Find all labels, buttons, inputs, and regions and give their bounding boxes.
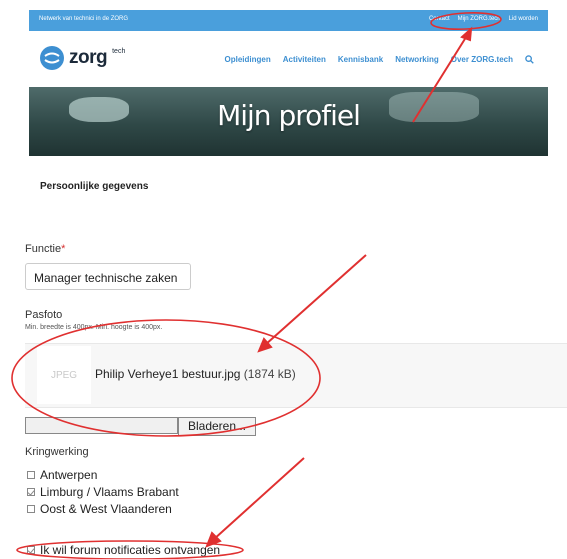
menu-item-kennisbank[interactable]: Kennisbank (338, 55, 383, 64)
logo-icon (40, 46, 64, 70)
kring-option-limburg[interactable]: Limburg / Vlaams Brabant (27, 485, 179, 499)
top-links: Contact Mijn ZORG.tech Lid worden (429, 16, 538, 22)
become-member-link[interactable]: Lid worden (509, 16, 538, 22)
logo-text: zorg (69, 47, 108, 68)
page-banner: Mijn profiel (29, 87, 548, 156)
file-name: Philip Verheye1 bestuur.jpg (1874 kB) (95, 367, 296, 381)
checkbox[interactable] (27, 471, 35, 479)
checkbox[interactable] (27, 505, 35, 513)
section-title: Persoonlijke gegevens (40, 181, 149, 192)
main-nav: zorg tech Opleidingen Activiteiten Kenni… (29, 31, 548, 87)
menu-item-opleidingen[interactable]: Opleidingen (224, 55, 270, 64)
my-zorgtech-link[interactable]: Mijn ZORG.tech (458, 16, 501, 22)
tagline: Netwerk van technici in de ZORG (39, 16, 129, 22)
checkbox-checked[interactable] (27, 546, 35, 554)
menu-item-activiteiten[interactable]: Activiteiten (283, 55, 326, 64)
uploaded-file: JPEG Philip Verheye1 bestuur.jpg (1874 k… (25, 343, 567, 408)
required-mark: * (61, 243, 66, 255)
annotation-arrow (212, 457, 305, 541)
checkbox-checked[interactable] (27, 488, 35, 496)
top-bar: Netwerk van technici in de ZORG Contact … (29, 10, 548, 31)
search-icon[interactable] (525, 55, 534, 64)
file-path-input[interactable] (25, 417, 178, 434)
functie-field[interactable]: Manager technische zaken (25, 263, 191, 290)
kring-option-oost-west[interactable]: Oost & West Vlaanderen (27, 502, 172, 516)
file-thumbnail: JPEG (37, 346, 91, 404)
pasfoto-hint: Min. breedte is 400px. Min. hoogte is 40… (25, 324, 163, 331)
logo-suffix: tech (112, 47, 126, 55)
logo[interactable]: zorg tech (39, 45, 125, 71)
kring-option-antwerpen[interactable]: Antwerpen (27, 468, 97, 482)
menu: Opleidingen Activiteiten Kennisbank Netw… (224, 55, 534, 64)
forum-notifications-option[interactable]: Ik wil forum notificaties ontvangen (27, 543, 220, 557)
annotation-arrow (264, 254, 367, 346)
menu-item-over[interactable]: Over ZORG.tech (451, 55, 513, 64)
functie-label: Functie* (25, 243, 66, 255)
page-title: Mijn profiel (217, 99, 361, 132)
kringwerking-label: Kringwerking (25, 446, 89, 458)
browse-button[interactable]: Bladeren... (178, 417, 256, 436)
menu-item-networking[interactable]: Networking (395, 55, 439, 64)
pasfoto-label: Pasfoto (25, 309, 63, 321)
contact-link[interactable]: Contact (429, 16, 450, 22)
file-size: (1874 kB) (243, 367, 296, 381)
